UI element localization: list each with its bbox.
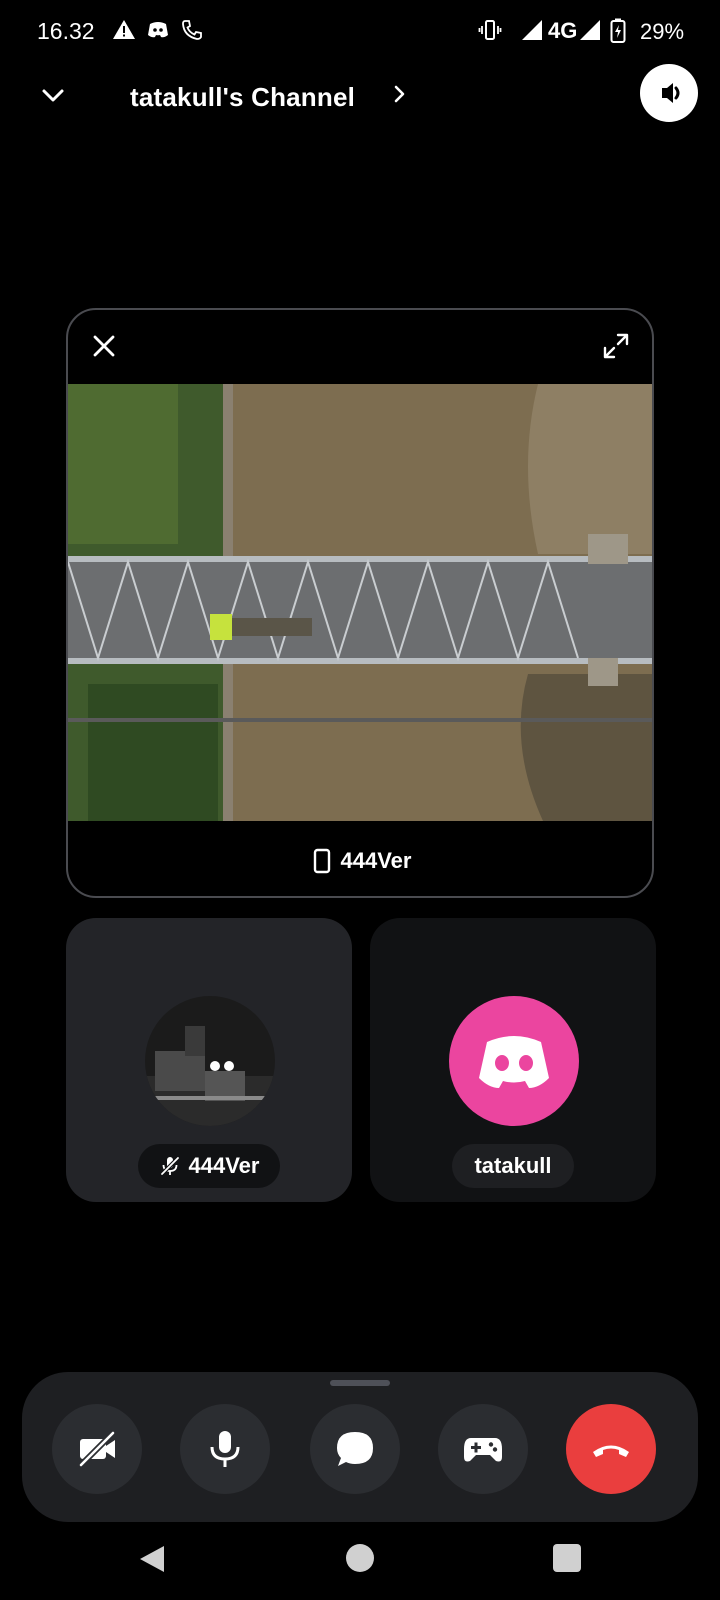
end-call-icon — [593, 1445, 629, 1457]
streamer-name: 444Ver — [340, 848, 412, 873]
participant-name: 444Ver — [188, 1153, 260, 1178]
battery-percent: 29% — [640, 19, 685, 44]
system-navigation-bar — [0, 1530, 720, 1600]
chevron-down-icon — [42, 89, 64, 102]
status-bar: 16.32 4G 29% — [0, 0, 720, 64]
participant-tile[interactable]: tatakull — [370, 918, 656, 1202]
discord-logo-icon — [479, 1036, 549, 1088]
mobile-device-icon — [313, 848, 330, 874]
stream-footer: 444Ver — [68, 826, 652, 896]
home-button[interactable] — [346, 1544, 374, 1572]
back-triangle-icon — [140, 1546, 164, 1572]
stream-card[interactable]: 444Ver — [66, 308, 654, 898]
camera-off-icon — [78, 1430, 116, 1468]
expand-icon — [603, 333, 629, 359]
participant-tile[interactable]: 444Ver — [66, 918, 352, 1202]
recents-button[interactable] — [553, 1544, 581, 1572]
activities-button[interactable] — [438, 1404, 528, 1494]
drag-handle[interactable] — [330, 1380, 390, 1386]
close-stream-button[interactable] — [90, 332, 118, 360]
back-button[interactable] — [138, 1544, 168, 1579]
participant-name: tatakull — [474, 1153, 552, 1178]
camera-toggle-button[interactable] — [52, 1404, 142, 1494]
microphone-icon — [210, 1431, 240, 1467]
call-header: tatakull's Channel — [0, 64, 720, 134]
end-call-button[interactable] — [566, 1404, 656, 1494]
participant-name-pill: 444Ver — [138, 1144, 280, 1188]
mic-muted-icon — [160, 1156, 179, 1176]
speaker-icon — [662, 83, 680, 103]
bridge-aerial-image — [68, 384, 652, 821]
microphone-toggle-button[interactable] — [180, 1404, 270, 1494]
avatar — [145, 996, 275, 1126]
close-icon — [93, 335, 115, 357]
network-type: 4G — [548, 18, 578, 43]
discord-icon — [146, 18, 170, 47]
chevron-right-icon[interactable] — [392, 82, 408, 106]
gamepad-icon — [464, 1438, 502, 1462]
minimize-call-button[interactable] — [36, 78, 70, 112]
avatar — [449, 996, 579, 1126]
phone-icon — [180, 18, 204, 47]
call-controls — [22, 1372, 698, 1522]
channel-title[interactable]: tatakull's Channel — [130, 82, 355, 113]
avatar-photo — [145, 996, 275, 1126]
status-time: 16.32 — [37, 18, 95, 44]
battery-charging-icon — [610, 18, 626, 49]
chat-button[interactable] — [310, 1404, 400, 1494]
signal-icon — [578, 18, 602, 47]
vibrate-icon — [478, 18, 502, 47]
alert-icon — [112, 18, 136, 47]
signal-icon — [520, 18, 544, 47]
audio-output-button[interactable] — [640, 64, 698, 122]
stream-video[interactable] — [68, 384, 652, 821]
fullscreen-button[interactable] — [602, 332, 630, 360]
chat-icon — [337, 1432, 373, 1466]
participant-name-pill: tatakull — [452, 1144, 574, 1188]
